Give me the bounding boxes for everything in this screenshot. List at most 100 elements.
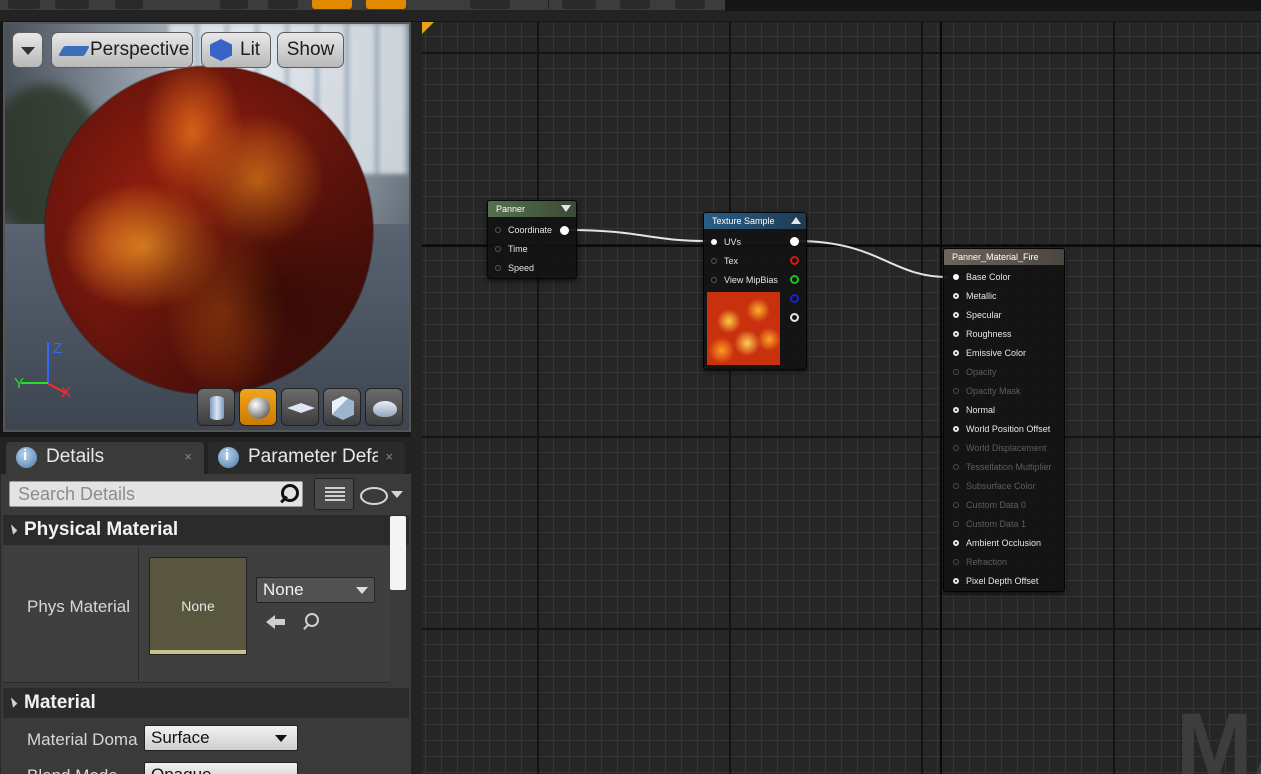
toolbar-hlsl-button[interactable] <box>675 0 705 9</box>
panner-input-time[interactable]: Time <box>495 244 528 254</box>
output-input-ambient-occlusion[interactable]: Ambient Occlusion <box>952 538 1041 548</box>
lit-label: Lit <box>240 39 261 60</box>
search-input[interactable]: Search Details <box>9 481 303 507</box>
toolbar-platform-stats-button[interactable] <box>620 0 650 9</box>
texture-output-a-pin[interactable] <box>790 313 799 322</box>
preview-viewport[interactable]: Perspective Lit Show Z X Y <box>3 22 411 432</box>
search-icon <box>278 483 300 505</box>
viewport-options-dropdown[interactable] <box>12 32 43 68</box>
texture-preview-thumbnail <box>707 292 780 365</box>
property-divider[interactable] <box>138 546 139 683</box>
toolbar-live-update-button[interactable] <box>470 0 510 9</box>
output-input-refraction[interactable]: Refraction <box>952 557 1007 567</box>
output-input-custom-data-0[interactable]: Custom Data 0 <box>952 500 1026 510</box>
close-icon[interactable]: × <box>184 442 192 472</box>
axis-z-line <box>47 342 49 384</box>
panner-input-coordinate[interactable]: Coordinate <box>494 225 552 235</box>
output-input-pixel-depth-offset[interactable]: Pixel Depth Offset <box>952 576 1038 586</box>
toolbar-separator <box>548 0 549 9</box>
texture-output-b-pin[interactable] <box>790 294 799 303</box>
tab-details[interactable]: Details × <box>6 441 204 474</box>
output-input-specular[interactable]: Specular <box>953 310 1002 320</box>
panel-splitter[interactable] <box>411 22 422 774</box>
toolbar-save-button[interactable] <box>8 0 40 9</box>
close-icon[interactable]: × <box>385 442 393 472</box>
category-physical-material[interactable]: Physical Material <box>3 515 409 545</box>
texture-output-r-pin[interactable] <box>790 256 799 265</box>
chevron-up-icon[interactable] <box>791 217 801 224</box>
axis-z-label: Z <box>53 340 63 357</box>
output-input-tessellation-multiplier[interactable]: Tessellation Multiplier <box>953 462 1052 472</box>
axis-x-label: X <box>61 384 72 401</box>
lit-icon <box>210 39 232 61</box>
texture-input-tex[interactable]: Tex <box>710 256 738 266</box>
property-matrix-button[interactable] <box>314 478 354 510</box>
output-input-base-color[interactable]: Base Color <box>953 272 1011 282</box>
output-input-custom-data-1[interactable]: Custom Data 1 <box>952 519 1026 529</box>
tab-parameter-defaults[interactable]: Parameter Defa × <box>208 441 405 474</box>
blend-mode-label: Blend Mode <box>27 766 118 774</box>
phys-material-combo[interactable]: None <box>256 577 375 603</box>
output-input-normal[interactable]: Normal <box>952 405 995 415</box>
toolbar-connectors-button[interactable] <box>268 0 298 9</box>
toolbar-live-nodes-button[interactable] <box>366 0 406 9</box>
tab-parameter-defaults-label: Parameter Defa <box>248 446 378 467</box>
panner-input-speed[interactable]: Speed <box>494 263 534 273</box>
toolbar-home-button[interactable] <box>115 0 143 9</box>
info-icon <box>218 441 239 471</box>
lit-button[interactable]: Lit <box>201 32 271 68</box>
preview-sphere-button[interactable] <box>239 388 277 426</box>
preview-cube-button[interactable] <box>323 388 361 426</box>
material-output-node-title: Panner_Material_Fire <box>944 249 1064 265</box>
toolbar <box>0 0 725 11</box>
output-input-subsurface-color[interactable]: Subsurface Color <box>953 481 1036 491</box>
preview-cylinder-button[interactable] <box>197 388 235 426</box>
graph-origin-vertical <box>940 22 942 774</box>
output-input-emissive-color[interactable]: Emissive Color <box>952 348 1026 358</box>
tab-details-label: Details <box>46 446 105 467</box>
perspective-label: Perspective <box>90 39 190 60</box>
details-scrollbar[interactable] <box>390 516 406 590</box>
preview-teapot-button[interactable] <box>365 388 403 426</box>
material-graph-canvas[interactable] <box>422 22 1261 774</box>
perspective-button[interactable]: Perspective <box>51 32 193 68</box>
material-editor: Perspective Lit Show Z X Y Details × Par… <box>0 0 1261 774</box>
graph-watermark: MA <box>1176 695 1261 774</box>
phys-material-label: Phys Material <box>27 597 130 616</box>
chevron-down-icon[interactable] <box>561 205 571 212</box>
graph-corner-marker <box>422 22 434 34</box>
browse-icon[interactable] <box>302 613 320 631</box>
output-input-roughness[interactable]: Roughness <box>953 329 1012 339</box>
material-domain-combo[interactable]: Surface <box>144 725 298 751</box>
show-button[interactable]: Show <box>277 32 344 68</box>
category-material[interactable]: Material <box>3 688 409 718</box>
blend-mode-combo[interactable]: Opaque <box>144 762 298 774</box>
output-input-metallic[interactable]: Metallic <box>953 291 997 301</box>
toolbar-stats-button[interactable] <box>562 0 596 9</box>
show-label: Show <box>286 39 335 60</box>
output-input-opacity[interactable]: Opacity <box>953 367 997 377</box>
output-input-world-position-offset[interactable]: World Position Offset <box>952 424 1050 434</box>
toolbar-find-button[interactable] <box>55 0 89 9</box>
preview-plane-button[interactable] <box>281 388 319 426</box>
texture-input-uvs[interactable]: UVs <box>710 237 741 247</box>
tab-strip <box>0 11 1261 21</box>
use-selected-arrow-icon[interactable] <box>266 613 286 631</box>
chevron-down-icon <box>21 47 35 55</box>
axis-y-line <box>21 382 48 384</box>
view-options-eye-icon[interactable] <box>360 484 404 505</box>
texture-input-view-mipbias[interactable]: View MipBias <box>711 275 778 285</box>
info-icon <box>16 441 37 471</box>
texture-output-g-pin[interactable] <box>790 275 799 284</box>
panner-output-pin[interactable] <box>560 226 569 235</box>
preview-sphere <box>45 66 373 394</box>
phys-material-thumbnail[interactable]: None <box>149 557 247 655</box>
perspective-icon <box>58 46 90 56</box>
texture-output-rgb-pin[interactable] <box>790 237 799 246</box>
output-input-world-displacement[interactable]: World Displacement <box>952 443 1046 453</box>
material-domain-label: Material Doma <box>27 730 138 749</box>
axis-y-label: Y <box>14 375 25 392</box>
toolbar-clean-button[interactable] <box>220 0 248 9</box>
output-input-opacity-mask[interactable]: Opacity Mask <box>953 386 1021 396</box>
toolbar-live-preview-button[interactable] <box>312 0 352 9</box>
